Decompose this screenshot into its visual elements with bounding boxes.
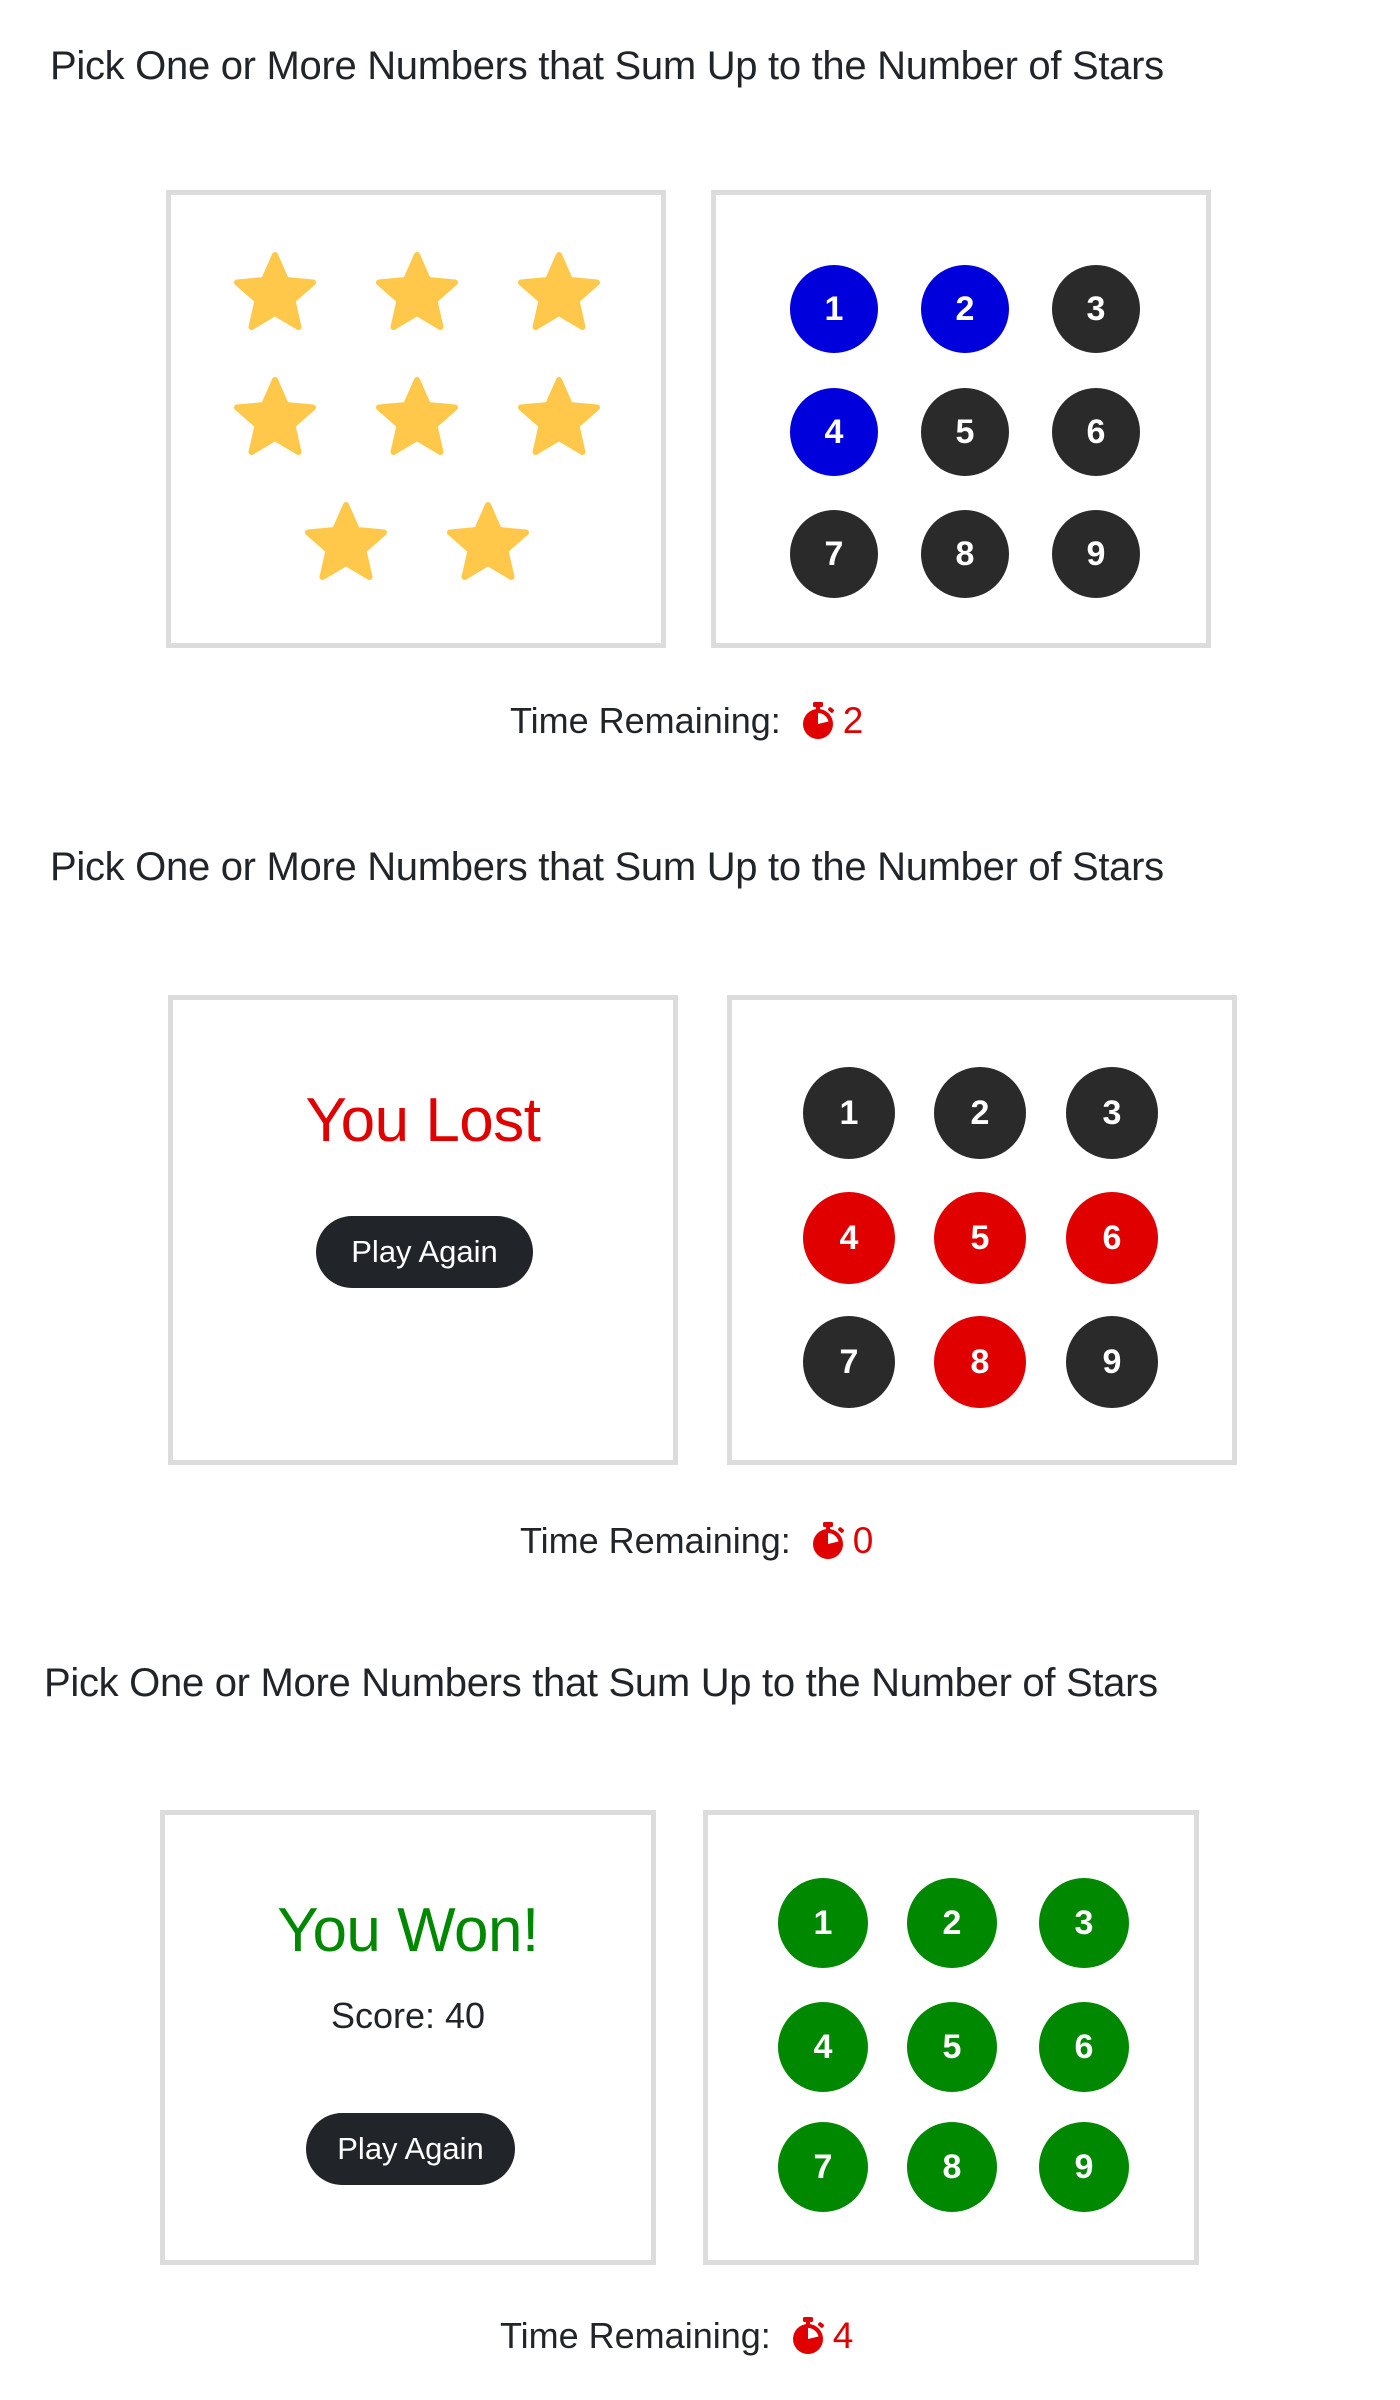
stopwatch-icon	[799, 701, 837, 741]
time-remaining: Time Remaining: 2	[510, 700, 863, 742]
number-button-3[interactable]: 3	[1052, 265, 1140, 353]
star-icon	[517, 250, 601, 334]
stars-panel	[166, 190, 666, 648]
result-message: You Won!	[277, 1896, 539, 1965]
number-button-1[interactable]: 1	[803, 1067, 895, 1159]
number-button-2[interactable]: 2	[907, 1878, 997, 1968]
number-button-8[interactable]: 8	[907, 2122, 997, 2212]
score-label: Score:	[330, 1995, 435, 2036]
number-button-1[interactable]: 1	[778, 1878, 868, 1968]
number-button-7[interactable]: 7	[803, 1316, 895, 1408]
score-value: 40	[445, 1995, 486, 2036]
play-again-button[interactable]: Play Again	[316, 1216, 533, 1288]
game-instructions: Pick One or More Numbers that Sum Up to …	[50, 44, 1164, 88]
game-instructions: Pick One or More Numbers that Sum Up to …	[50, 845, 1164, 889]
game-instructions: Pick One or More Numbers that Sum Up to …	[44, 1661, 1158, 1705]
star-icon	[375, 375, 459, 459]
number-button-6[interactable]: 6	[1052, 388, 1140, 476]
time-remaining-value: 2	[842, 700, 864, 741]
number-button-6[interactable]: 6	[1039, 2002, 1129, 2092]
stopwatch-icon	[809, 1521, 847, 1561]
star-icon	[375, 250, 459, 334]
number-button-8[interactable]: 8	[921, 510, 1009, 598]
game-board-won: Pick One or More Numbers that Sum Up to …	[0, 1615, 1400, 2400]
number-button-5[interactable]: 5	[907, 2002, 997, 2092]
star-icon	[446, 500, 530, 584]
time-remaining-value: 0	[852, 1520, 874, 1561]
number-button-5[interactable]: 5	[934, 1192, 1026, 1284]
result-panel: You Won! Score: 40 Play Again	[160, 1810, 656, 2265]
numbers-panel: 123 456 789	[703, 1810, 1199, 2265]
game-board-lost: Pick One or More Numbers that Sum Up to …	[0, 800, 1400, 1590]
number-button-6[interactable]: 6	[1066, 1192, 1158, 1284]
number-button-3[interactable]: 3	[1039, 1878, 1129, 1968]
number-button-2[interactable]: 2	[934, 1067, 1026, 1159]
game-board-playing: Pick One or More Numbers that Sum Up to …	[0, 0, 1400, 780]
time-remaining: Time Remaining: 4	[500, 2315, 853, 2357]
star-icon	[304, 500, 388, 584]
number-button-9[interactable]: 9	[1039, 2122, 1129, 2212]
number-button-4[interactable]: 4	[790, 388, 878, 476]
time-remaining-label: Time Remaining:	[500, 2315, 771, 2356]
number-button-7[interactable]: 7	[778, 2122, 868, 2212]
number-button-8[interactable]: 8	[934, 1316, 1026, 1408]
number-button-4[interactable]: 4	[778, 2002, 868, 2092]
star-icon	[233, 375, 317, 459]
result-panel: You Lost Play Again	[168, 995, 678, 1465]
number-button-1[interactable]: 1	[790, 265, 878, 353]
time-remaining-label: Time Remaining:	[520, 1520, 791, 1561]
star-icon	[233, 250, 317, 334]
number-button-4[interactable]: 4	[803, 1192, 895, 1284]
time-remaining-value: 4	[832, 2315, 854, 2356]
score: Score: 40	[165, 1995, 651, 2037]
star-icon	[517, 375, 601, 459]
number-button-9[interactable]: 9	[1066, 1316, 1158, 1408]
result-message: You Lost	[305, 1086, 541, 1155]
numbers-panel: 123 456 789	[727, 995, 1237, 1465]
stopwatch-icon	[789, 2316, 827, 2356]
time-remaining-label: Time Remaining:	[510, 700, 781, 741]
play-again-button[interactable]: Play Again	[306, 2113, 515, 2185]
number-button-5[interactable]: 5	[921, 388, 1009, 476]
number-button-9[interactable]: 9	[1052, 510, 1140, 598]
number-button-2[interactable]: 2	[921, 265, 1009, 353]
number-button-7[interactable]: 7	[790, 510, 878, 598]
time-remaining: Time Remaining: 0	[520, 1520, 873, 1562]
numbers-panel: 123 456 789	[711, 190, 1211, 648]
number-button-3[interactable]: 3	[1066, 1067, 1158, 1159]
